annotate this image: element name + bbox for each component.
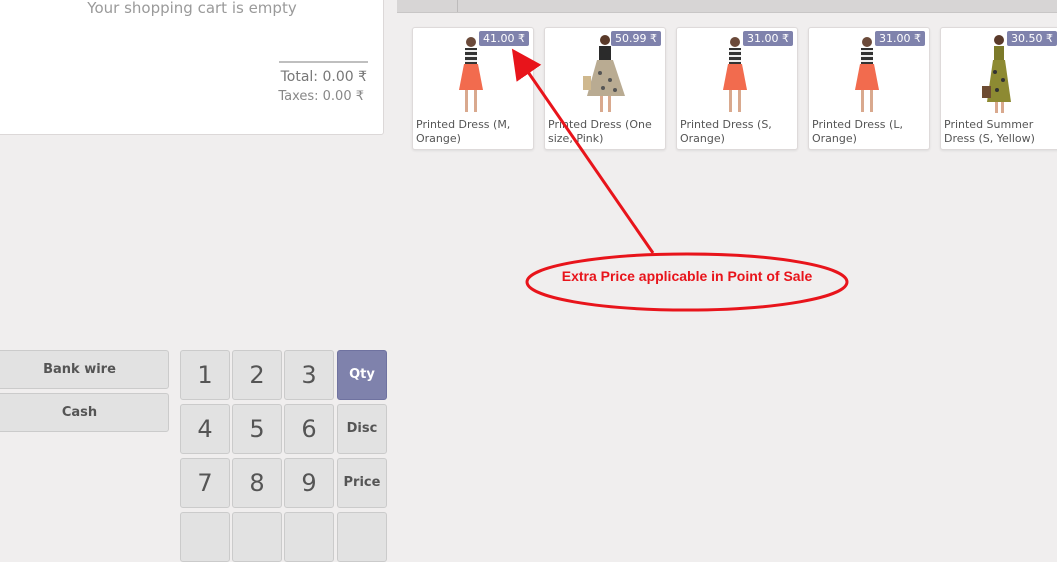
numpad-key-decimal[interactable]: [284, 512, 334, 562]
product-card[interactable]: 31.00 ₹ Printed Dress (L, Orange): [808, 27, 930, 150]
numpad-key-0[interactable]: [232, 512, 282, 562]
product-card[interactable]: 30.50 ₹ Printed Summer Dress (S, Yellow): [940, 27, 1057, 150]
product-card[interactable]: 50.99 ₹ Printed Dress (One size, Pink): [544, 27, 666, 150]
order-taxes: Taxes: 0.00 ₹: [278, 89, 364, 104]
price-tag: 31.00 ₹: [743, 31, 793, 46]
numpad-key-backspace[interactable]: [337, 512, 387, 562]
numpad-key-4[interactable]: 4: [180, 404, 230, 454]
product-name: Printed Dress (S, Orange): [680, 118, 772, 145]
numpad-key-9[interactable]: 9: [284, 458, 334, 508]
header-divider: [457, 0, 458, 12]
numpad-key-2[interactable]: 2: [232, 350, 282, 400]
payment-method-cash[interactable]: Cash: [0, 393, 169, 432]
product-screen-header: [397, 0, 1057, 13]
numpad-key-3[interactable]: 3: [284, 350, 334, 400]
numpad-key-8[interactable]: 8: [232, 458, 282, 508]
price-tag: 50.99 ₹: [611, 31, 661, 46]
product-name: Printed Dress (One size, Pink): [548, 118, 652, 145]
numpad-key-5[interactable]: 5: [232, 404, 282, 454]
mode-disc-button[interactable]: Disc: [337, 404, 387, 454]
price-tag: 31.00 ₹: [875, 31, 925, 46]
product-card[interactable]: 41.00 ₹ Printed Dress (M, Orange): [412, 27, 534, 150]
mode-price-button[interactable]: Price: [337, 458, 387, 508]
cart-empty-message: Your shopping cart is empty: [87, 0, 297, 17]
numpad-key-6[interactable]: 6: [284, 404, 334, 454]
price-tag: 30.50 ₹: [1007, 31, 1057, 46]
price-tag: 41.00 ₹: [479, 31, 529, 46]
product-name: Printed Dress (L, Orange): [812, 118, 903, 145]
annotation-label: Extra Price applicable in Point of Sale: [561, 268, 813, 284]
numpad-key-7[interactable]: 7: [180, 458, 230, 508]
summary-divider: [279, 61, 368, 63]
order-total: Total: 0.00 ₹: [280, 69, 367, 85]
numpad-key-1[interactable]: 1: [180, 350, 230, 400]
product-name: Printed Summer Dress (S, Yellow): [944, 118, 1035, 145]
product-card[interactable]: 31.00 ₹ Printed Dress (S, Orange): [676, 27, 798, 150]
order-panel: Your shopping cart is empty Total: 0.00 …: [0, 0, 384, 135]
mode-qty-button[interactable]: Qty: [337, 350, 387, 400]
numpad-key-plus-minus[interactable]: [180, 512, 230, 562]
payment-method-bank-wire[interactable]: Bank wire: [0, 350, 169, 389]
product-name: Printed Dress (M, Orange): [416, 118, 511, 145]
